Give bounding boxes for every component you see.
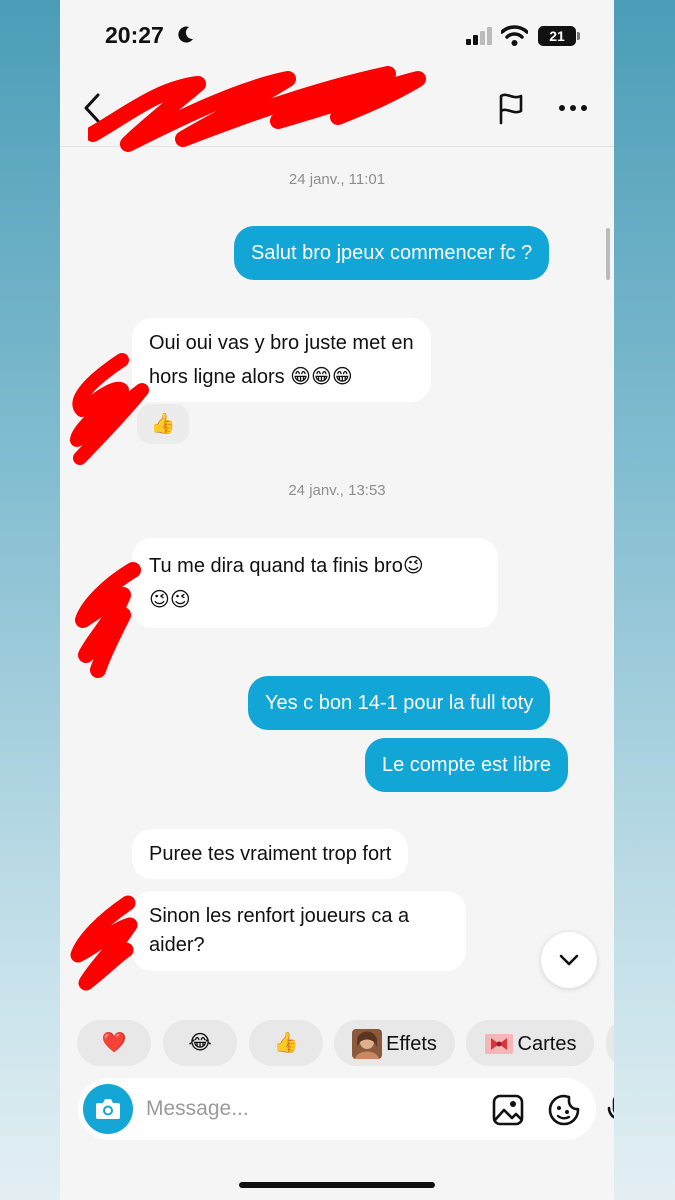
effects-label: Effets [386,1032,437,1055]
chat-header [60,66,614,152]
chat-screen: 20:27 21 24 janv., 11:01 Salut bro jpeux… [60,0,614,1200]
chevron-down-icon [559,954,579,966]
timestamp: 24 janv., 11:01 [288,171,386,188]
timestamp: 24 janv., 13:53 [288,482,386,499]
message-composer [78,1078,614,1140]
message-line: aider? [149,934,205,956]
microphone-icon[interactable] [603,1093,614,1127]
message-line: Oui oui vas y bro juste met en [149,332,414,354]
message-line: Tu me dira quand ta finis bro😉 [149,555,424,577]
message-line: Puree tes vraiment trop fort [149,843,392,865]
more-options-icon[interactable] [556,91,590,125]
sent-message-bubble[interactable]: Yes c bon 14-1 pour la full toty [248,676,551,730]
battery-indicator: 21 [538,26,576,46]
message-line: hors ligne alors 😁😁😁 [149,366,353,388]
cards-button[interactable]: Cartes [466,1020,594,1066]
received-message-bubble[interactable]: Oui oui vas y bro juste met en hors lign… [132,318,431,402]
gallery-icon[interactable] [491,1093,525,1127]
back-arrow-icon[interactable] [78,91,106,125]
status-time: 20:27 [105,22,164,48]
scrollbar[interactable] [606,228,610,280]
more-chips[interactable] [606,1020,614,1066]
battery-tip [577,32,580,40]
flag-icon[interactable] [495,91,527,125]
quick-reaction-heart[interactable]: ❤️ [77,1020,151,1066]
cards-label: Cartes [517,1032,577,1055]
camera-icon [96,1099,120,1119]
quick-reactions-bar: ❤️ 😂 👍 Effets Cartes [60,1020,614,1068]
home-indicator [239,1182,435,1188]
quick-reaction-laughing[interactable]: 😂 [163,1020,237,1066]
scroll-to-bottom-button[interactable] [541,932,597,988]
message-reaction[interactable]: 👍 [137,404,189,444]
camera-button[interactable] [83,1084,133,1134]
moon-icon [178,26,193,43]
status-bar: 20:27 21 [60,0,614,70]
message-input[interactable] [146,1094,406,1124]
cellular-signal-icon [466,27,492,45]
sticker-icon[interactable] [547,1093,581,1127]
sent-message-bubble[interactable]: Le compte est libre [365,738,568,792]
effects-button[interactable]: Effets [334,1020,455,1066]
message-line: Sinon les renfort joueurs ca a [149,905,410,927]
effects-thumbnail [352,1028,383,1059]
received-message-bubble[interactable]: Tu me dira quand ta finis bro😉 😉😉 [132,538,498,628]
thumbs-up-icon: 👍 [273,1032,299,1054]
received-message-bubble[interactable]: Sinon les renfort joueurs ca a aider? [132,891,466,971]
wifi-icon [501,25,528,46]
message-line: 😉😉 [149,589,191,611]
received-message-bubble[interactable]: Puree tes vraiment trop fort [132,829,409,879]
quick-reaction-thumbs-up[interactable]: 👍 [249,1020,323,1066]
heart-icon: ❤️ [101,1032,127,1054]
gift-card-icon [484,1033,513,1054]
contact-name[interactable] [110,97,410,121]
laughing-icon: 😂 [188,1032,212,1054]
sent-message-bubble[interactable]: Salut bro jpeux commencer fc ? [234,226,550,280]
